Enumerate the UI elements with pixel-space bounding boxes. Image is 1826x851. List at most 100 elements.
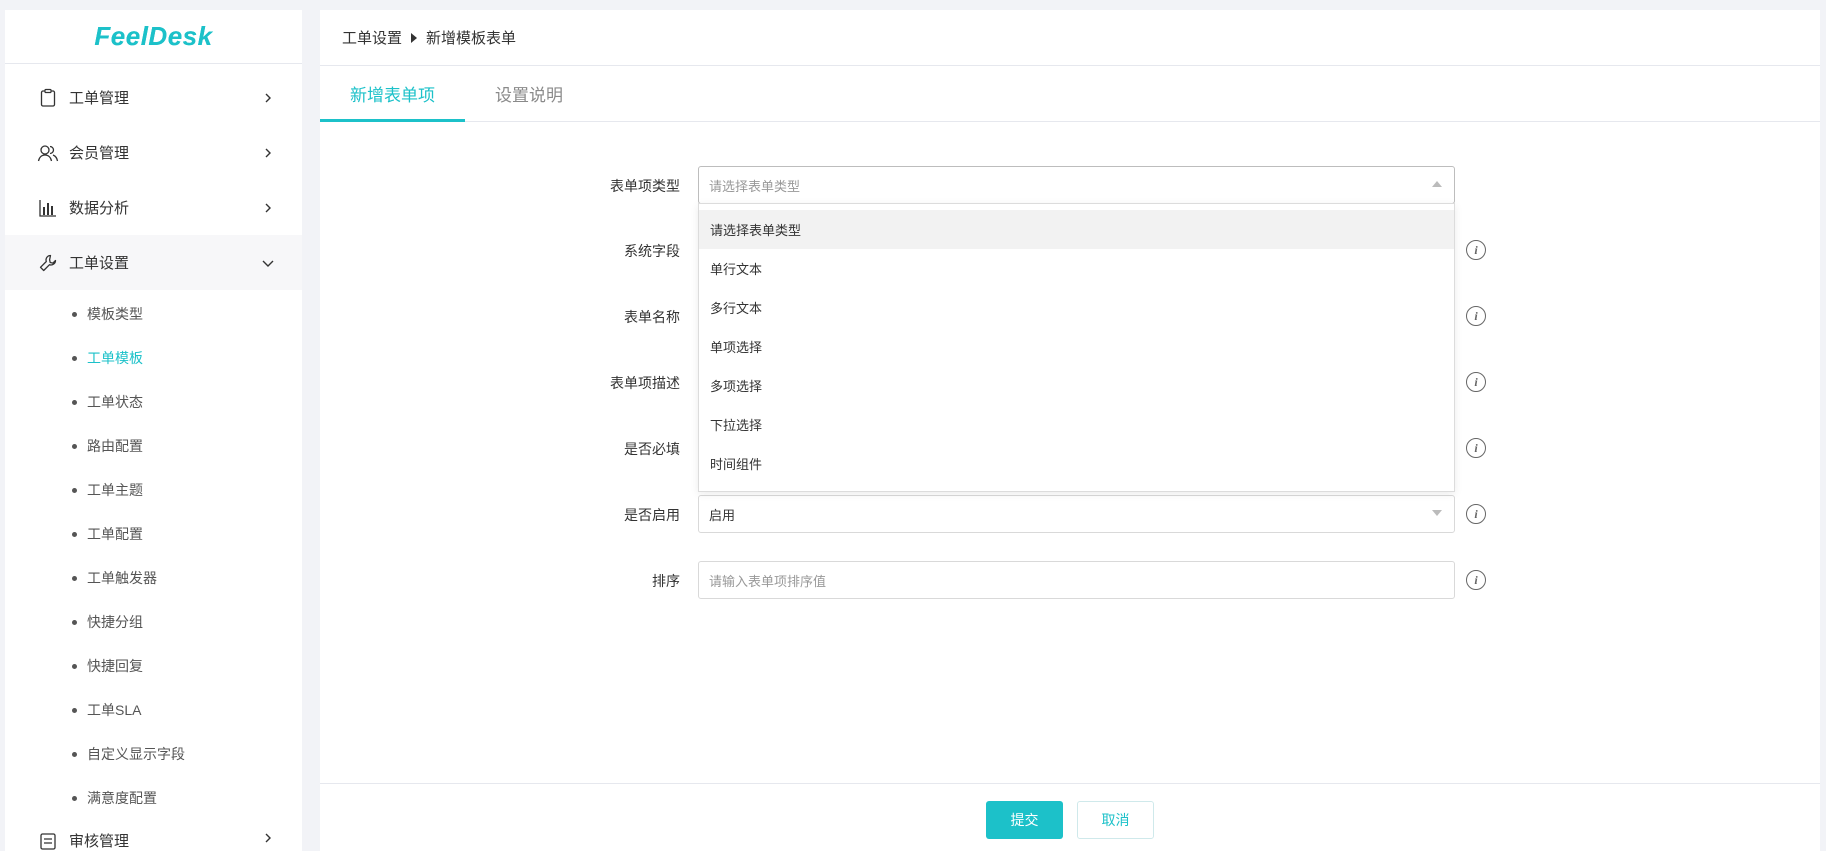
submit-button[interactable]: 提交 xyxy=(986,801,1063,839)
breadcrumb-parent[interactable]: 工单设置 xyxy=(342,27,402,48)
form-label: 表单项描述 xyxy=(610,375,680,391)
sidebar-subitem-label: 快捷回复 xyxy=(87,658,143,674)
tab-settings-help[interactable]: 设置说明 xyxy=(465,65,593,121)
sidebar-subitem-label: 路由配置 xyxy=(87,438,143,454)
form-label: 表单名称 xyxy=(624,309,680,325)
dropdown-option[interactable]: 请选择表单类型 xyxy=(699,210,1454,249)
clipboard-icon xyxy=(37,87,59,109)
sidebar-item-label: 数据分析 xyxy=(69,200,130,217)
sidebar-subitem-label: 工单触发器 xyxy=(87,570,157,586)
dropdown-option[interactable]: 单项选择 xyxy=(699,327,1454,366)
info-icon[interactable]: i xyxy=(1466,570,1486,590)
sidebar-item-label: 审核管理 xyxy=(69,833,130,850)
bullet-icon xyxy=(72,795,77,801)
dropdown-option[interactable]: 多项选择 xyxy=(699,366,1454,405)
bullet-icon xyxy=(72,575,77,581)
bullet-icon xyxy=(72,355,77,361)
ticket-settings-submenu: 模板类型 工单模板 工单状态 路由配置 工单主题 工单配置 工单触发器 快捷分组… xyxy=(5,290,302,820)
dropdown-option[interactable]: 时间组件 xyxy=(699,444,1454,483)
sidebar-subitem-template-type[interactable]: 模板类型 xyxy=(5,292,302,336)
bullet-icon xyxy=(72,487,77,493)
sidebar-item-ticket-settings[interactable]: 工单设置 xyxy=(5,235,302,290)
sidebar-subitem-custom-fields[interactable]: 自定义显示字段 xyxy=(5,732,302,776)
form-label: 是否启用 xyxy=(624,507,680,523)
sidebar-subitem-ticket-sla[interactable]: 工单SLA xyxy=(5,688,302,732)
form-label: 表单项类型 xyxy=(610,178,680,194)
sort-input[interactable]: 请输入表单项排序值 xyxy=(698,561,1455,599)
sidebar-item-member-management[interactable]: 会员管理 xyxy=(5,125,302,180)
bullet-icon xyxy=(72,663,77,669)
info-icon[interactable]: i xyxy=(1466,504,1486,524)
document-icon xyxy=(37,830,59,851)
bullet-icon xyxy=(72,707,77,713)
dropdown-option[interactable]: 多行文本 xyxy=(699,288,1454,327)
form-label: 是否必填 xyxy=(624,441,680,457)
sidebar-subitem-label: 工单模板 xyxy=(87,350,143,366)
info-icon[interactable]: i xyxy=(1466,240,1486,260)
sidebar-item-label: 工单设置 xyxy=(69,255,130,272)
sidebar-subitem-satisfaction-config[interactable]: 满意度配置 xyxy=(5,776,302,820)
sidebar-subitem-ticket-template[interactable]: 工单模板 xyxy=(5,336,302,380)
sidebar-subitem-label: 满意度配置 xyxy=(87,790,157,806)
form-footer: 提交 取消 xyxy=(320,783,1820,851)
form-row-sort: 排序 请输入表单项排序值 i xyxy=(320,561,1820,599)
main-panel: 工单设置 新增模板表单 新增表单项 设置说明 表单项类型 请选择表单类型 系统字… xyxy=(320,10,1820,851)
sidebar-item-audit-management[interactable]: 审核管理 xyxy=(5,820,302,850)
caret-down-icon xyxy=(1432,510,1442,516)
sidebar-subitem-label: 模板类型 xyxy=(87,306,143,322)
cancel-button[interactable]: 取消 xyxy=(1077,801,1154,839)
sidebar-item-label: 工单管理 xyxy=(69,90,130,107)
wrench-icon xyxy=(37,252,59,274)
form-row-item-type: 表单项类型 请选择表单类型 xyxy=(320,166,1820,204)
sidebar-subitem-ticket-trigger[interactable]: 工单触发器 xyxy=(5,556,302,600)
chevron-down-icon xyxy=(260,255,276,271)
form-row-enabled: 是否启用 启用 i xyxy=(320,495,1820,533)
breadcrumb: 工单设置 新增模板表单 xyxy=(320,10,1820,66)
dropdown-option[interactable]: 单行文本 xyxy=(699,249,1454,288)
tab-bar: 新增表单项 设置说明 xyxy=(320,66,1820,122)
form-item-type-select[interactable]: 请选择表单类型 xyxy=(698,166,1455,204)
form-label: 系统字段 xyxy=(624,243,680,259)
logo-area: FeelDesk xyxy=(5,10,302,64)
tab-add-form-item[interactable]: 新增表单项 xyxy=(320,65,465,122)
sidebar-subitem-label: 工单配置 xyxy=(87,526,143,542)
sidebar-subitem-routing-config[interactable]: 路由配置 xyxy=(5,424,302,468)
dropdown-option[interactable]: 下拉选择 xyxy=(699,405,1454,444)
bullet-icon xyxy=(72,443,77,449)
form-label: 排序 xyxy=(652,573,680,589)
sidebar-item-ticket-management[interactable]: 工单管理 xyxy=(5,70,302,125)
sidebar-subitem-quick-reply[interactable]: 快捷回复 xyxy=(5,644,302,688)
sidebar-subitem-ticket-status[interactable]: 工单状态 xyxy=(5,380,302,424)
select-value: 启用 xyxy=(709,507,736,523)
enabled-select[interactable]: 启用 xyxy=(698,495,1455,533)
info-icon[interactable]: i xyxy=(1466,372,1486,392)
bullet-icon xyxy=(72,531,77,537)
bar-chart-icon xyxy=(37,197,59,219)
bullet-icon xyxy=(72,311,77,317)
bullet-icon xyxy=(72,751,77,757)
sidebar-subitem-label: 自定义显示字段 xyxy=(87,746,185,762)
info-icon[interactable]: i xyxy=(1466,438,1486,458)
caret-right-icon xyxy=(411,32,418,43)
info-icon[interactable]: i xyxy=(1466,306,1486,326)
caret-up-icon xyxy=(1432,181,1442,187)
sidebar-item-data-analysis[interactable]: 数据分析 xyxy=(5,180,302,235)
chevron-right-icon xyxy=(260,90,276,106)
breadcrumb-current: 新增模板表单 xyxy=(426,30,517,47)
chevron-right-icon xyxy=(260,145,276,161)
sidebar-subitem-label: 工单状态 xyxy=(87,394,143,410)
sidebar-nav: 工单管理 会员管理 数据分析 工单设置 模板类型 工单模板 工单状态 路由配置 … xyxy=(5,64,302,850)
sidebar: FeelDesk 工单管理 会员管理 数据分析 工单设置 模板类型 工单模板 工… xyxy=(5,10,302,851)
sidebar-subitem-quick-group[interactable]: 快捷分组 xyxy=(5,600,302,644)
input-placeholder: 请输入表单项排序值 xyxy=(709,573,827,589)
sidebar-subitem-ticket-topic[interactable]: 工单主题 xyxy=(5,468,302,512)
brand-logo[interactable]: FeelDesk xyxy=(94,21,212,52)
chevron-right-icon xyxy=(260,830,276,846)
bullet-icon xyxy=(72,619,77,625)
sidebar-item-label: 会员管理 xyxy=(69,145,130,162)
users-icon xyxy=(37,142,59,164)
bullet-icon xyxy=(72,399,77,405)
sidebar-subitem-ticket-config[interactable]: 工单配置 xyxy=(5,512,302,556)
select-placeholder: 请选择表单类型 xyxy=(709,178,801,194)
form-item-type-dropdown: 请选择表单类型 单行文本 多行文本 单项选择 多项选择 下拉选择 时间组件 xyxy=(698,203,1455,492)
